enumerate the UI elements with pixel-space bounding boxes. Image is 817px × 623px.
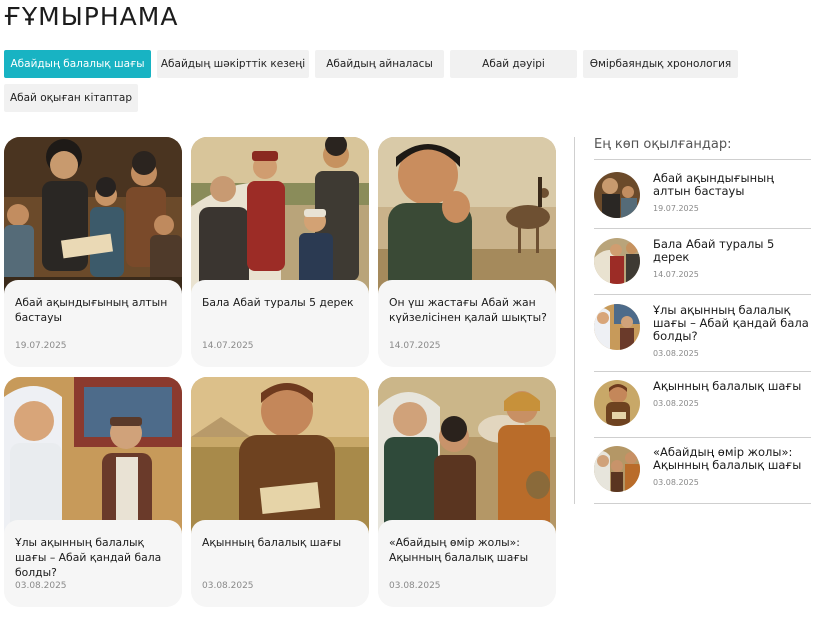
most-read-title[interactable]: Ұлы ақынның балалық шағы – Абай қандай б…	[653, 303, 809, 343]
most-read-thumbnail[interactable]	[594, 446, 640, 492]
article-image[interactable]	[191, 377, 369, 537]
tab-abai-childhood[interactable]: Абайдың балалық шағы	[4, 50, 151, 78]
most-read-date: 03.08.2025	[653, 399, 699, 408]
sidebar-divider	[574, 137, 575, 504]
tab-abai-era[interactable]: Абай дәуірі	[450, 50, 577, 78]
article-title[interactable]: «Абайдың өмір жолы»: Ақынның балалық шағ…	[389, 535, 547, 565]
article-title[interactable]: Бала Абай туралы 5 дерек	[202, 295, 360, 310]
article-date: 03.08.2025	[389, 581, 441, 591]
article-image[interactable]	[191, 137, 369, 297]
page-title: ҒҰМЫРНАМА	[4, 2, 179, 31]
article-card[interactable]: Ұлы ақынның балалық шағы – Абай қандай б…	[4, 377, 182, 607]
article-image[interactable]	[4, 137, 182, 297]
sidebar-title: Ең көп оқылғандар:	[594, 137, 732, 152]
tab-books-abai-read[interactable]: Абай оқыған кітаптар	[4, 84, 138, 112]
article-date: 03.08.2025	[15, 581, 67, 591]
most-read-item[interactable]: Ұлы ақынның балалық шағы – Абай қандай б…	[594, 304, 811, 364]
article-title[interactable]: Он үш жастағы Абай жан күйзелісінен қала…	[389, 295, 547, 325]
most-read-date: 03.08.2025	[653, 478, 699, 487]
article-card[interactable]: Он үш жастағы Абай жан күйзелісінен қала…	[378, 137, 556, 367]
most-read-item[interactable]: Ақынның балалық шағы 03.08.2025	[594, 380, 811, 430]
sidebar-divider-line	[594, 437, 811, 438]
most-read-date: 19.07.2025	[653, 204, 699, 213]
sidebar-divider-line	[594, 294, 811, 295]
tab-biographical-chronology[interactable]: Өмірбаяндық хронология	[583, 50, 738, 78]
article-title[interactable]: Ұлы ақынның балалық шағы – Абай қандай б…	[15, 535, 173, 580]
article-date: 14.07.2025	[202, 341, 254, 351]
most-read-thumbnail[interactable]	[594, 172, 640, 218]
article-card[interactable]: Ақынның балалық шағы 03.08.2025	[191, 377, 369, 607]
most-read-item[interactable]: Бала Абай туралы 5 дерек 14.07.2025	[594, 238, 811, 288]
most-read-item[interactable]: Абай ақындығының алтын бастауы 19.07.2025	[594, 172, 811, 222]
article-image[interactable]	[4, 377, 182, 537]
article-date: 03.08.2025	[202, 581, 254, 591]
sidebar-divider-line	[594, 371, 811, 372]
article-card[interactable]: «Абайдың өмір жолы»: Ақынның балалық шағ…	[378, 377, 556, 607]
tab-abai-surroundings[interactable]: Абайдың айналасы	[315, 50, 444, 78]
tab-abai-student-years[interactable]: Абайдың шәкірттік кезеңі	[157, 50, 309, 78]
article-image[interactable]	[378, 137, 556, 297]
most-read-item[interactable]: «Абайдың өмір жолы»: Ақынның балалық шағ…	[594, 446, 811, 496]
most-read-date: 14.07.2025	[653, 270, 699, 279]
most-read-thumbnail[interactable]	[594, 304, 640, 350]
article-card[interactable]: Бала Абай туралы 5 дерек 14.07.2025	[191, 137, 369, 367]
most-read-title[interactable]: Бала Абай туралы 5 дерек	[653, 237, 774, 264]
most-read-thumbnail[interactable]	[594, 238, 640, 284]
article-title[interactable]: Ақынның балалық шағы	[202, 535, 360, 550]
sidebar-divider-line	[594, 159, 811, 160]
article-image[interactable]	[378, 377, 556, 537]
most-read-date: 03.08.2025	[653, 349, 699, 358]
most-read-title[interactable]: Абай ақындығының алтын бастауы	[653, 171, 774, 198]
sidebar-divider-line	[594, 503, 811, 504]
article-title[interactable]: Абай ақындығының алтын бастауы	[15, 295, 173, 325]
article-date: 19.07.2025	[15, 341, 67, 351]
most-read-title[interactable]: «Абайдың өмір жолы»: Ақынның балалық шағ…	[653, 445, 801, 472]
article-date: 14.07.2025	[389, 341, 441, 351]
most-read-title[interactable]: Ақынның балалық шағы	[653, 379, 801, 393]
sidebar-divider-line	[594, 228, 811, 229]
article-card[interactable]: Абай ақындығының алтын бастауы 19.07.202…	[4, 137, 182, 367]
most-read-thumbnail[interactable]	[594, 380, 640, 426]
